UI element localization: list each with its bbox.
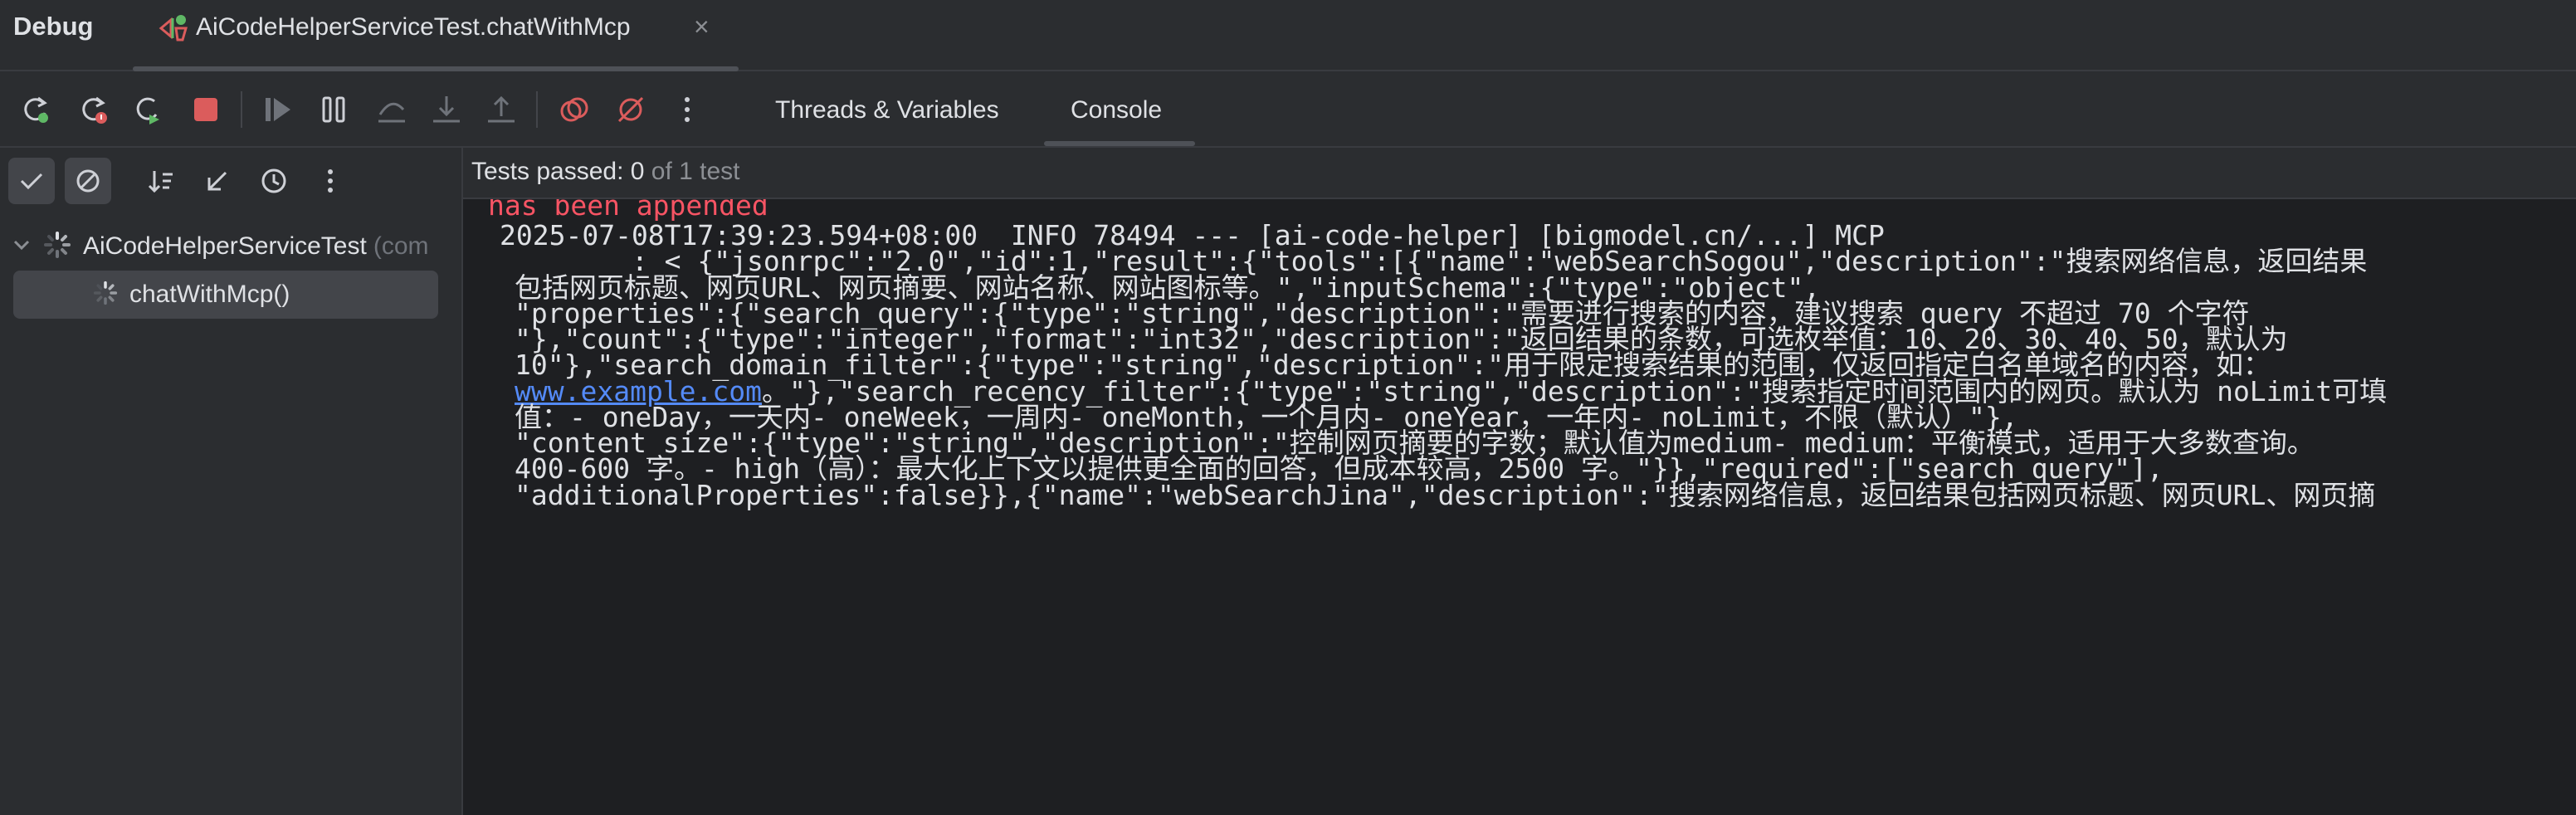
stop-icon[interactable]	[188, 91, 224, 128]
tree-item-package: (com	[373, 232, 429, 260]
tree-item-label: AiCodeHelperServiceTest	[83, 232, 367, 260]
debug-toolbar: Threads & Variables Console	[0, 71, 2576, 148]
rerun-auto-icon[interactable]	[129, 91, 166, 128]
toolbar-separator	[241, 91, 242, 128]
sort-icon[interactable]	[138, 158, 184, 204]
console-output[interactable]: has been appended 2025-07-08T17:39:23.59…	[463, 199, 2576, 815]
collapse-icon[interactable]	[194, 158, 241, 204]
rerun-failed-icon[interactable]	[75, 91, 111, 128]
tab-console-underline	[1044, 141, 1195, 146]
history-icon[interactable]	[251, 158, 297, 204]
resume-icon[interactable]	[259, 91, 295, 128]
step-into-icon[interactable]	[428, 91, 465, 128]
tree-item-label: chatWithMcp()	[129, 281, 290, 308]
console-scrollbar[interactable]	[2569, 199, 2576, 815]
view-breakpoints-icon[interactable]	[556, 91, 593, 128]
tree-item-test-method[interactable]: chatWithMcp()	[13, 271, 438, 319]
run-tab-label: AiCodeHelperServiceTest.chatWithMcp	[196, 13, 631, 41]
console-panel: Tests passed: 0 of 1 test has been appen…	[463, 148, 2576, 815]
title-bar: Debug AiCodeHelperServiceTest.chatWithMc…	[0, 0, 2576, 71]
toolbar-separator	[536, 91, 538, 128]
chevron-down-icon[interactable]	[12, 235, 32, 259]
more-icon[interactable]	[669, 91, 705, 128]
test-status-prefix: Tests passed:	[471, 158, 631, 185]
more-icon[interactable]	[307, 158, 354, 204]
tab-threads-variables[interactable]: Threads & Variables	[775, 96, 999, 124]
loading-spinner-icon	[43, 231, 71, 263]
loading-spinner-icon	[93, 281, 118, 310]
console-line: "additionalProperties":false}},{"name":"…	[515, 479, 2376, 511]
show-passed-icon[interactable]	[8, 158, 55, 204]
test-status-total: of 1 test	[644, 158, 740, 185]
test-tree-panel: AiCodeHelperServiceTest (com chatWithMcp…	[0, 148, 463, 815]
step-out-icon[interactable]	[483, 91, 520, 128]
tool-window-title: Debug	[13, 12, 94, 41]
rerun-icon[interactable]	[17, 91, 53, 128]
tab-console[interactable]: Console	[1071, 96, 1162, 124]
pause-icon[interactable]	[315, 91, 352, 128]
test-tree-toolbar	[0, 148, 461, 216]
close-icon[interactable]: ×	[694, 12, 710, 42]
mute-breakpoints-icon[interactable]	[612, 91, 649, 128]
show-ignored-icon[interactable]	[65, 158, 111, 204]
test-status-bar: Tests passed: 0 of 1 test	[463, 148, 2576, 199]
test-status-count: 0	[630, 158, 645, 185]
step-over-icon[interactable]	[373, 91, 410, 128]
test-debug-icon	[156, 12, 193, 45]
run-tab[interactable]: AiCodeHelperServiceTest.chatWithMcp ×	[133, 0, 739, 71]
test-status-label: Tests passed: 0 of 1 test	[471, 158, 740, 186]
tree-item-test-class[interactable]: AiCodeHelperServiceTest (com	[0, 222, 461, 271]
